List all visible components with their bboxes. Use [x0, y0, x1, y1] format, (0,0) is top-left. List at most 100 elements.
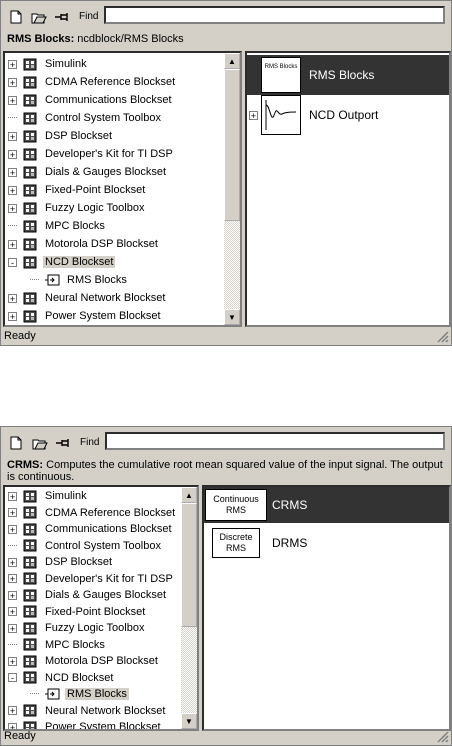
tree-item-dials-gauges-blockset[interactable]: + Dials & Gauges Blockset	[5, 587, 168, 604]
tree-item-label: Dials & Gauges Blockset	[45, 166, 167, 178]
tree-item-neural-network-blockset[interactable]: + Neural Network Blockset	[5, 703, 167, 720]
scroll-thumb[interactable]	[224, 69, 240, 221]
tree-item-label: Simulink	[45, 490, 87, 503]
expand-icon[interactable]: +	[8, 574, 17, 584]
expand-icon[interactable]: +	[249, 110, 258, 120]
new-document-icon[interactable]	[7, 435, 25, 451]
block-item-crms[interactable]: Continuous RMS CRMS	[204, 487, 449, 523]
tree-item-motorola-dsp-blockset[interactable]: + Motorola DSP Blockset	[5, 653, 160, 670]
tree-item-developer-s-kit-for-ti-dsp[interactable]: + Developer's Kit for TI DSP	[5, 145, 175, 163]
tree-scrollbar[interactable]: ▲ ▼	[224, 53, 240, 325]
block-description: RMS Blocks: ncdblock/RMS Blocks	[7, 33, 445, 45]
expand-icon[interactable]: +	[8, 607, 17, 617]
expand-icon[interactable]: +	[8, 293, 17, 303]
resize-grip-icon[interactable]	[437, 331, 449, 343]
block-label: RMS Blocks	[309, 68, 375, 82]
tree-item-label: NCD Blockset	[45, 671, 114, 684]
description-text: ncdblock/RMS Blocks	[74, 33, 184, 45]
tree-item-ncd-blockset[interactable]: - NCD Blockset	[5, 253, 116, 271]
tree-item-rms-blocks[interactable]: RMS Blocks	[5, 271, 129, 289]
tree-item-mpc-blocks[interactable]: MPC Blocks	[5, 217, 107, 235]
expand-icon[interactable]: +	[8, 311, 17, 321]
tree-item-fixed-point-blockset[interactable]: + Fixed-Point Blockset	[5, 181, 147, 199]
expand-icon[interactable]: +	[8, 524, 17, 534]
expand-icon[interactable]: +	[8, 706, 17, 716]
find-button[interactable]: Find	[79, 11, 98, 22]
tree-item-label: Power System Blockset	[45, 310, 161, 322]
scroll-down-icon[interactable]: ▼	[224, 309, 240, 325]
library-icon	[23, 605, 38, 618]
tree-item-cdma-reference-blockset[interactable]: + CDMA Reference Blockset	[5, 73, 177, 91]
subsystem-icon	[45, 274, 60, 287]
block-label: NCD Outport	[309, 108, 379, 122]
scroll-up-icon[interactable]: ▲	[181, 487, 197, 503]
library-icon	[23, 202, 38, 215]
tree-item-fuzzy-logic-toolbox[interactable]: + Fuzzy Logic Toolbox	[5, 620, 146, 637]
pin-icon[interactable]	[55, 435, 73, 451]
tree-item-control-system-toolbox[interactable]: Control System Toolbox	[5, 538, 163, 555]
block-label: CRMS	[272, 498, 308, 512]
expand-icon[interactable]: +	[8, 508, 17, 518]
tree-item-power-system-blockset[interactable]: + Power System Blockset	[5, 307, 163, 325]
library-tree: + Simulink + CDMA Reference Blockset + Commun…	[3, 51, 242, 327]
tree-item-communications-blockset[interactable]: + Communications Blockset	[5, 521, 174, 538]
find-input[interactable]	[105, 432, 445, 450]
tree-item-label: Simulink	[45, 58, 87, 70]
tree-item-fixed-point-blockset[interactable]: + Fixed-Point Blockset	[5, 604, 147, 621]
expand-icon[interactable]: +	[8, 185, 17, 195]
expand-icon[interactable]: +	[8, 623, 17, 633]
tree-item-ncd-blockset[interactable]: - NCD Blockset	[5, 670, 115, 687]
library-icon	[23, 292, 38, 305]
expand-icon[interactable]: +	[8, 95, 17, 105]
tree-item-dsp-blockset[interactable]: + DSP Blockset	[5, 554, 114, 571]
collapse-icon[interactable]: -	[8, 257, 17, 267]
expand-icon[interactable]: +	[8, 149, 17, 159]
tree-scrollbar[interactable]: ▲ ▼	[181, 487, 197, 729]
toolbar: Find	[1, 427, 451, 457]
collapse-icon[interactable]: -	[8, 673, 17, 683]
expand-icon[interactable]: +	[8, 656, 17, 666]
resize-grip-icon[interactable]	[437, 731, 449, 743]
tree-item-simulink[interactable]: + Simulink	[5, 488, 89, 505]
tree-item-developer-s-kit-for-ti-dsp[interactable]: + Developer's Kit for TI DSP	[5, 571, 175, 588]
find-input[interactable]	[104, 6, 445, 24]
block-item-ncd-outport[interactable]: + NCD Outport	[247, 95, 449, 135]
expand-icon[interactable]: +	[8, 203, 17, 213]
status-bar: Ready	[1, 727, 451, 745]
tree-item-dials-gauges-blockset[interactable]: + Dials & Gauges Blockset	[5, 163, 168, 181]
library-tree: + Simulink + CDMA Reference Blockset + Commun…	[3, 485, 199, 731]
expand-icon[interactable]: +	[8, 590, 17, 600]
tree-item-label: Fixed-Point Blockset	[45, 605, 146, 618]
new-document-icon[interactable]	[7, 9, 25, 25]
open-folder-icon[interactable]	[30, 9, 48, 25]
tree-item-label: CDMA Reference Blockset	[45, 76, 176, 88]
block-item-rms-blocks[interactable]: RMS Blocks RMS Blocks	[247, 55, 449, 95]
expand-icon[interactable]: +	[8, 239, 17, 249]
block-item-drms[interactable]: Discrete RMS DRMS	[204, 525, 449, 561]
tree-item-label: MPC Blocks	[45, 638, 105, 651]
library-icon	[23, 184, 38, 197]
tree-item-simulink[interactable]: + Simulink	[5, 55, 89, 73]
tree-item-motorola-dsp-blockset[interactable]: + Motorola DSP Blockset	[5, 235, 160, 253]
tree-item-dsp-blockset[interactable]: + DSP Blockset	[5, 127, 114, 145]
tree-item-cdma-reference-blockset[interactable]: + CDMA Reference Blockset	[5, 505, 177, 522]
find-button[interactable]: Find	[80, 437, 99, 448]
pin-icon[interactable]	[54, 9, 72, 25]
tree-item-label: CDMA Reference Blockset	[45, 506, 176, 519]
open-folder-icon[interactable]	[31, 435, 49, 451]
tree-item-communications-blockset[interactable]: + Communications Blockset	[5, 91, 174, 109]
tree-item-neural-network-blockset[interactable]: + Neural Network Blockset	[5, 289, 167, 307]
tree-item-mpc-blocks[interactable]: MPC Blocks	[5, 637, 107, 654]
tree-item-rms-blocks[interactable]: RMS Blocks	[5, 686, 129, 703]
expand-icon[interactable]: +	[8, 59, 17, 69]
scroll-up-icon[interactable]: ▲	[224, 53, 240, 69]
scroll-thumb[interactable]	[181, 503, 197, 627]
expand-icon[interactable]: +	[8, 131, 17, 141]
tree-item-label: Control System Toolbox	[45, 112, 161, 124]
expand-icon[interactable]: +	[8, 167, 17, 177]
expand-icon[interactable]: +	[8, 491, 17, 501]
tree-item-fuzzy-logic-toolbox[interactable]: + Fuzzy Logic Toolbox	[5, 199, 146, 217]
expand-icon[interactable]: +	[8, 77, 17, 87]
tree-item-control-system-toolbox[interactable]: Control System Toolbox	[5, 109, 163, 127]
expand-icon[interactable]: +	[8, 557, 17, 567]
